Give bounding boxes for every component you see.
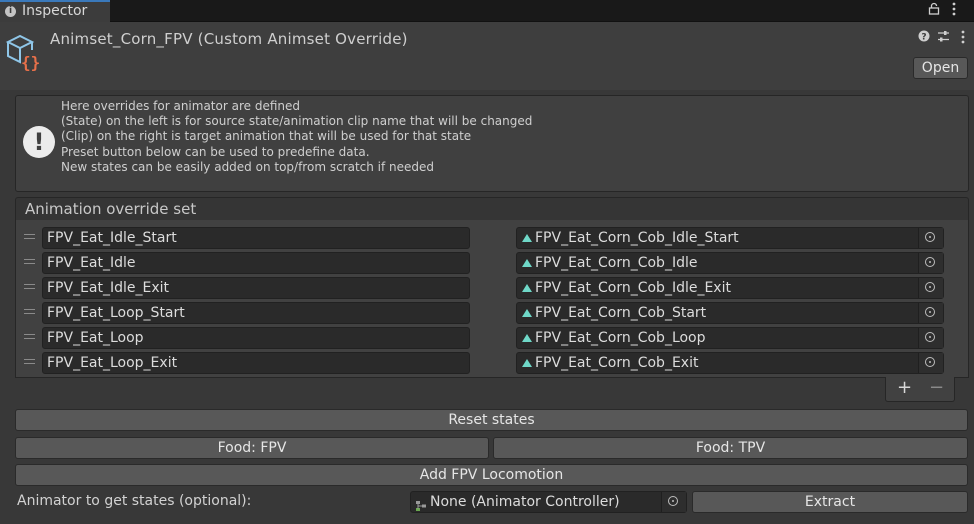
open-button[interactable]: Open [913, 57, 968, 79]
object-picker-button[interactable] [918, 303, 943, 323]
warning-icon: ! [23, 126, 55, 158]
drag-handle-icon[interactable] [24, 284, 35, 289]
kebab-menu-icon[interactable] [960, 30, 966, 48]
state-name-field[interactable]: FPV_Eat_Loop_Start [42, 302, 470, 324]
clip-object-field[interactable]: FPV_Eat_Corn_Cob_Idle_Exit [516, 277, 944, 299]
help-line: (Clip) on the right is target animation … [61, 129, 472, 144]
reset-states-button[interactable]: Reset states [15, 409, 968, 431]
remove-element-button[interactable]: − [929, 377, 944, 398]
svg-text:?: ? [921, 32, 926, 42]
animation-clip-icon [522, 309, 532, 317]
target-icon [925, 307, 935, 317]
list-row: FPV_Eat_Idle_Start FPV_Eat_Corn_Cob_Idle… [16, 225, 968, 250]
help-box: ! Here overrides for animator are define… [15, 95, 969, 192]
state-name-field[interactable]: FPV_Eat_Loop_Exit [42, 352, 470, 374]
animation-clip-icon [522, 334, 532, 342]
animation-clip-icon [522, 359, 532, 367]
clip-name: FPV_Eat_Corn_Cob_Idle [535, 255, 698, 271]
help-line: New states can be easily added on top/fr… [61, 159, 435, 174]
state-name-field[interactable]: FPV_Eat_Loop [42, 327, 470, 349]
target-icon [925, 232, 935, 242]
override-list: FPV_Eat_Idle_Start FPV_Eat_Corn_Cob_Idle… [15, 220, 969, 378]
drag-handle-icon[interactable] [24, 334, 35, 339]
target-icon [925, 332, 935, 342]
state-name-field[interactable]: FPV_Eat_Idle_Exit [42, 277, 470, 299]
asset-header: {} Animset_Corn_FPV (Custom Animset Over… [0, 22, 974, 90]
target-icon [668, 496, 678, 506]
object-picker-button[interactable] [918, 328, 943, 348]
drag-handle-icon[interactable] [24, 234, 35, 239]
drag-handle-icon[interactable] [24, 309, 35, 314]
clip-name: FPV_Eat_Corn_Cob_Idle_Exit [535, 280, 731, 296]
object-picker-button[interactable] [918, 228, 943, 248]
animset-asset-icon: {} [4, 32, 44, 72]
presets-icon[interactable] [937, 30, 950, 47]
animator-controller-value: None (Animator Controller) [430, 494, 620, 510]
clip-object-field[interactable]: FPV_Eat_Corn_Cob_Loop [516, 327, 944, 349]
list-add-remove-footer: + − [885, 377, 955, 402]
tab-bar: i Inspector [0, 0, 974, 22]
object-picker-button[interactable] [918, 353, 943, 373]
clip-object-field[interactable]: FPV_Eat_Corn_Cob_Idle_Start [516, 227, 944, 249]
drag-handle-icon[interactable] [24, 259, 35, 264]
clip-name: FPV_Eat_Corn_Cob_Loop [535, 330, 706, 346]
list-row: FPV_Eat_Idle_Exit FPV_Eat_Corn_Cob_Idle_… [16, 275, 968, 300]
svg-text:{}: {} [21, 53, 40, 72]
state-name-field[interactable]: FPV_Eat_Idle_Start [42, 227, 470, 249]
animation-clip-icon [522, 259, 532, 267]
help-line: (State) on the left is for source state/… [61, 114, 533, 129]
object-picker-button[interactable] [661, 492, 686, 512]
list-row: FPV_Eat_Idle FPV_Eat_Corn_Cob_Idle [16, 250, 968, 275]
help-text: Here overrides for animator are defined … [61, 99, 532, 175]
clip-object-field[interactable]: FPV_Eat_Corn_Cob_Exit [516, 352, 944, 374]
asset-title: Animset_Corn_FPV (Custom Animset Overrid… [50, 30, 408, 48]
clip-object-field[interactable]: FPV_Eat_Corn_Cob_Idle [516, 252, 944, 274]
help-line: Here overrides for animator are defined [61, 99, 300, 113]
clip-object-field[interactable]: FPV_Eat_Corn_Cob_Start [516, 302, 944, 324]
food-fpv-button[interactable]: Food: FPV [15, 437, 489, 459]
drag-handle-icon[interactable] [24, 359, 35, 364]
target-icon [925, 257, 935, 267]
list-row: FPV_Eat_Loop FPV_Eat_Corn_Cob_Loop [16, 325, 968, 350]
target-icon [925, 357, 935, 367]
food-tpv-button[interactable]: Food: TPV [493, 437, 968, 459]
info-icon: i [5, 6, 16, 17]
extract-button[interactable]: Extract [692, 491, 968, 513]
lock-icon[interactable] [928, 2, 940, 19]
clip-name: FPV_Eat_Corn_Cob_Exit [535, 355, 699, 371]
tab-inspector[interactable]: i Inspector [0, 0, 110, 22]
animation-clip-icon [522, 284, 532, 292]
animator-controller-field[interactable]: None (Animator Controller) [410, 491, 687, 513]
object-picker-button[interactable] [918, 253, 943, 273]
object-picker-button[interactable] [918, 278, 943, 298]
clip-name: FPV_Eat_Corn_Cob_Start [535, 305, 707, 321]
help-icon[interactable]: ? [918, 30, 930, 46]
animation-clip-icon [522, 234, 532, 242]
tab-label: Inspector [22, 3, 88, 19]
add-fpv-locomotion-button[interactable]: Add FPV Locomotion [15, 464, 968, 486]
list-row: FPV_Eat_Loop_Exit FPV_Eat_Corn_Cob_Exit [16, 350, 968, 375]
animator-controller-icon [416, 497, 426, 511]
override-list-header: Animation override set [15, 197, 969, 221]
help-line: Preset button below can be used to prede… [61, 144, 370, 159]
state-name-field[interactable]: FPV_Eat_Idle [42, 252, 470, 274]
clip-name: FPV_Eat_Corn_Cob_Idle_Start [535, 230, 739, 246]
add-element-button[interactable]: + [897, 377, 912, 398]
target-icon [925, 282, 935, 292]
list-row: FPV_Eat_Loop_Start FPV_Eat_Corn_Cob_Star… [16, 300, 968, 325]
animator-field-label: Animator to get states (optional): [17, 493, 252, 509]
override-list-title: Animation override set [25, 200, 197, 218]
kebab-menu-icon[interactable] [951, 2, 957, 20]
